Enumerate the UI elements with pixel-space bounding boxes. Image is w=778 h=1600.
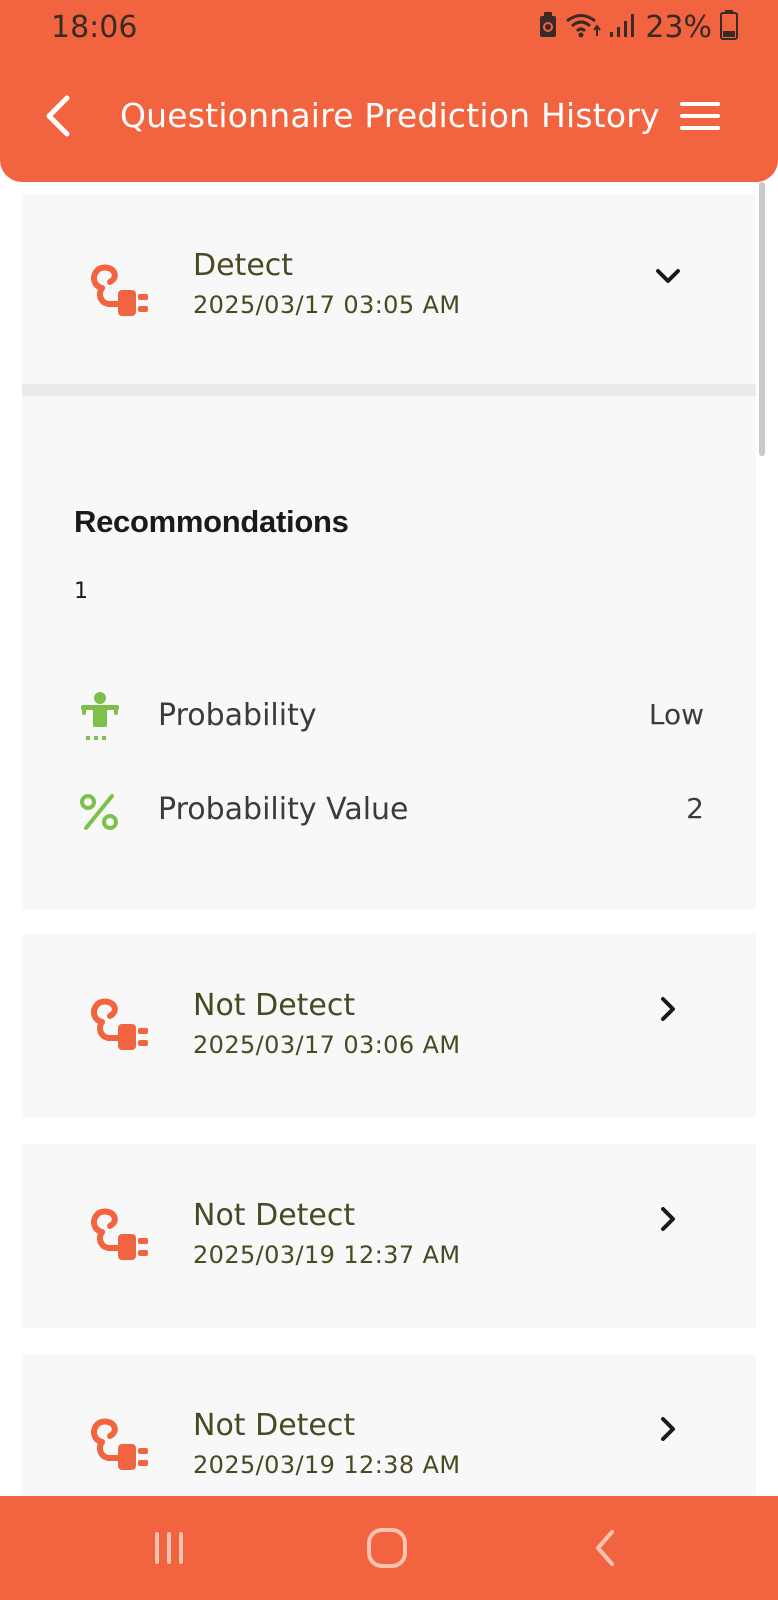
probability-value-row: Probability Value 2 bbox=[22, 782, 756, 842]
back-button[interactable] bbox=[30, 88, 86, 144]
scrollbar[interactable] bbox=[759, 182, 765, 456]
chevron-right-icon[interactable] bbox=[652, 1413, 684, 1445]
system-nav-bar bbox=[0, 1496, 778, 1600]
history-list[interactable]: Detect 2025/03/17 03:05 AM Recommondatio… bbox=[0, 182, 778, 1496]
recommendation-value: 1 bbox=[74, 579, 88, 604]
status-icons: 23% bbox=[539, 9, 738, 45]
recents-icon bbox=[155, 1532, 183, 1564]
app-header: 18:06 23% Questionnaire Prediction Histo… bbox=[0, 0, 778, 182]
result-datetime: 2025/03/17 03:05 AM bbox=[193, 291, 461, 319]
home-icon bbox=[367, 1528, 407, 1568]
recommendations-title: Recommondations bbox=[74, 504, 349, 539]
probability-value-label: Probability Value bbox=[158, 792, 409, 827]
menu-line bbox=[680, 126, 720, 130]
menu-line bbox=[680, 114, 720, 118]
history-card-header[interactable]: Detect 2025/03/17 03:05 AM bbox=[22, 194, 756, 378]
app-bar: Questionnaire Prediction History bbox=[0, 80, 778, 154]
result-label: Not Detect bbox=[193, 1198, 356, 1233]
system-back-button[interactable] bbox=[575, 1522, 635, 1574]
history-card[interactable]: Not Detect 2025/03/19 12:38 AM bbox=[22, 1354, 756, 1496]
battery-percent: 23% bbox=[645, 9, 712, 45]
result-label: Not Detect bbox=[193, 988, 356, 1023]
battery-saver-icon bbox=[539, 12, 557, 42]
back-icon bbox=[596, 1530, 614, 1566]
result-datetime: 2025/03/19 12:38 AM bbox=[193, 1451, 461, 1479]
chevron-down-icon[interactable] bbox=[652, 260, 684, 292]
signal-icon bbox=[609, 12, 637, 42]
unplugged-icon bbox=[91, 998, 148, 1050]
arrow-left-icon bbox=[46, 95, 70, 137]
page-title: Questionnaire Prediction History bbox=[120, 96, 660, 135]
home-button[interactable] bbox=[357, 1522, 417, 1574]
menu-button[interactable] bbox=[680, 92, 732, 140]
screen: 18:06 23% Questionnaire Prediction Histo… bbox=[0, 0, 778, 1600]
result-label: Not Detect bbox=[193, 1408, 356, 1443]
probability-label: Probability bbox=[158, 698, 317, 733]
probability-value: Low bbox=[648, 698, 704, 731]
chevron-right-icon[interactable] bbox=[652, 993, 684, 1025]
status-bar: 18:06 23% bbox=[0, 0, 778, 56]
percent-icon bbox=[80, 794, 118, 830]
unplugged-icon bbox=[91, 1418, 148, 1470]
wifi-icon bbox=[565, 12, 602, 42]
person-standing-icon bbox=[81, 692, 119, 740]
unplugged-icon bbox=[91, 1208, 148, 1260]
result-label: Detect bbox=[193, 248, 294, 283]
menu-line bbox=[680, 102, 720, 106]
divider bbox=[22, 384, 756, 396]
result-datetime: 2025/03/17 03:06 AM bbox=[193, 1031, 461, 1059]
chevron-right-icon[interactable] bbox=[652, 1203, 684, 1235]
recents-button[interactable] bbox=[139, 1522, 199, 1574]
history-card[interactable]: Not Detect 2025/03/19 12:37 AM bbox=[22, 1144, 756, 1328]
unplugged-icon bbox=[91, 264, 148, 316]
history-card-expanded: Detect 2025/03/17 03:05 AM Recommondatio… bbox=[22, 194, 756, 910]
probability-value-number: 2 bbox=[686, 792, 704, 825]
status-time: 18:06 bbox=[51, 10, 138, 45]
history-card[interactable]: Not Detect 2025/03/17 03:06 AM bbox=[22, 934, 756, 1118]
battery-icon bbox=[720, 10, 738, 44]
probability-row: Probability Low bbox=[22, 688, 756, 748]
result-datetime: 2025/03/19 12:37 AM bbox=[193, 1241, 461, 1269]
